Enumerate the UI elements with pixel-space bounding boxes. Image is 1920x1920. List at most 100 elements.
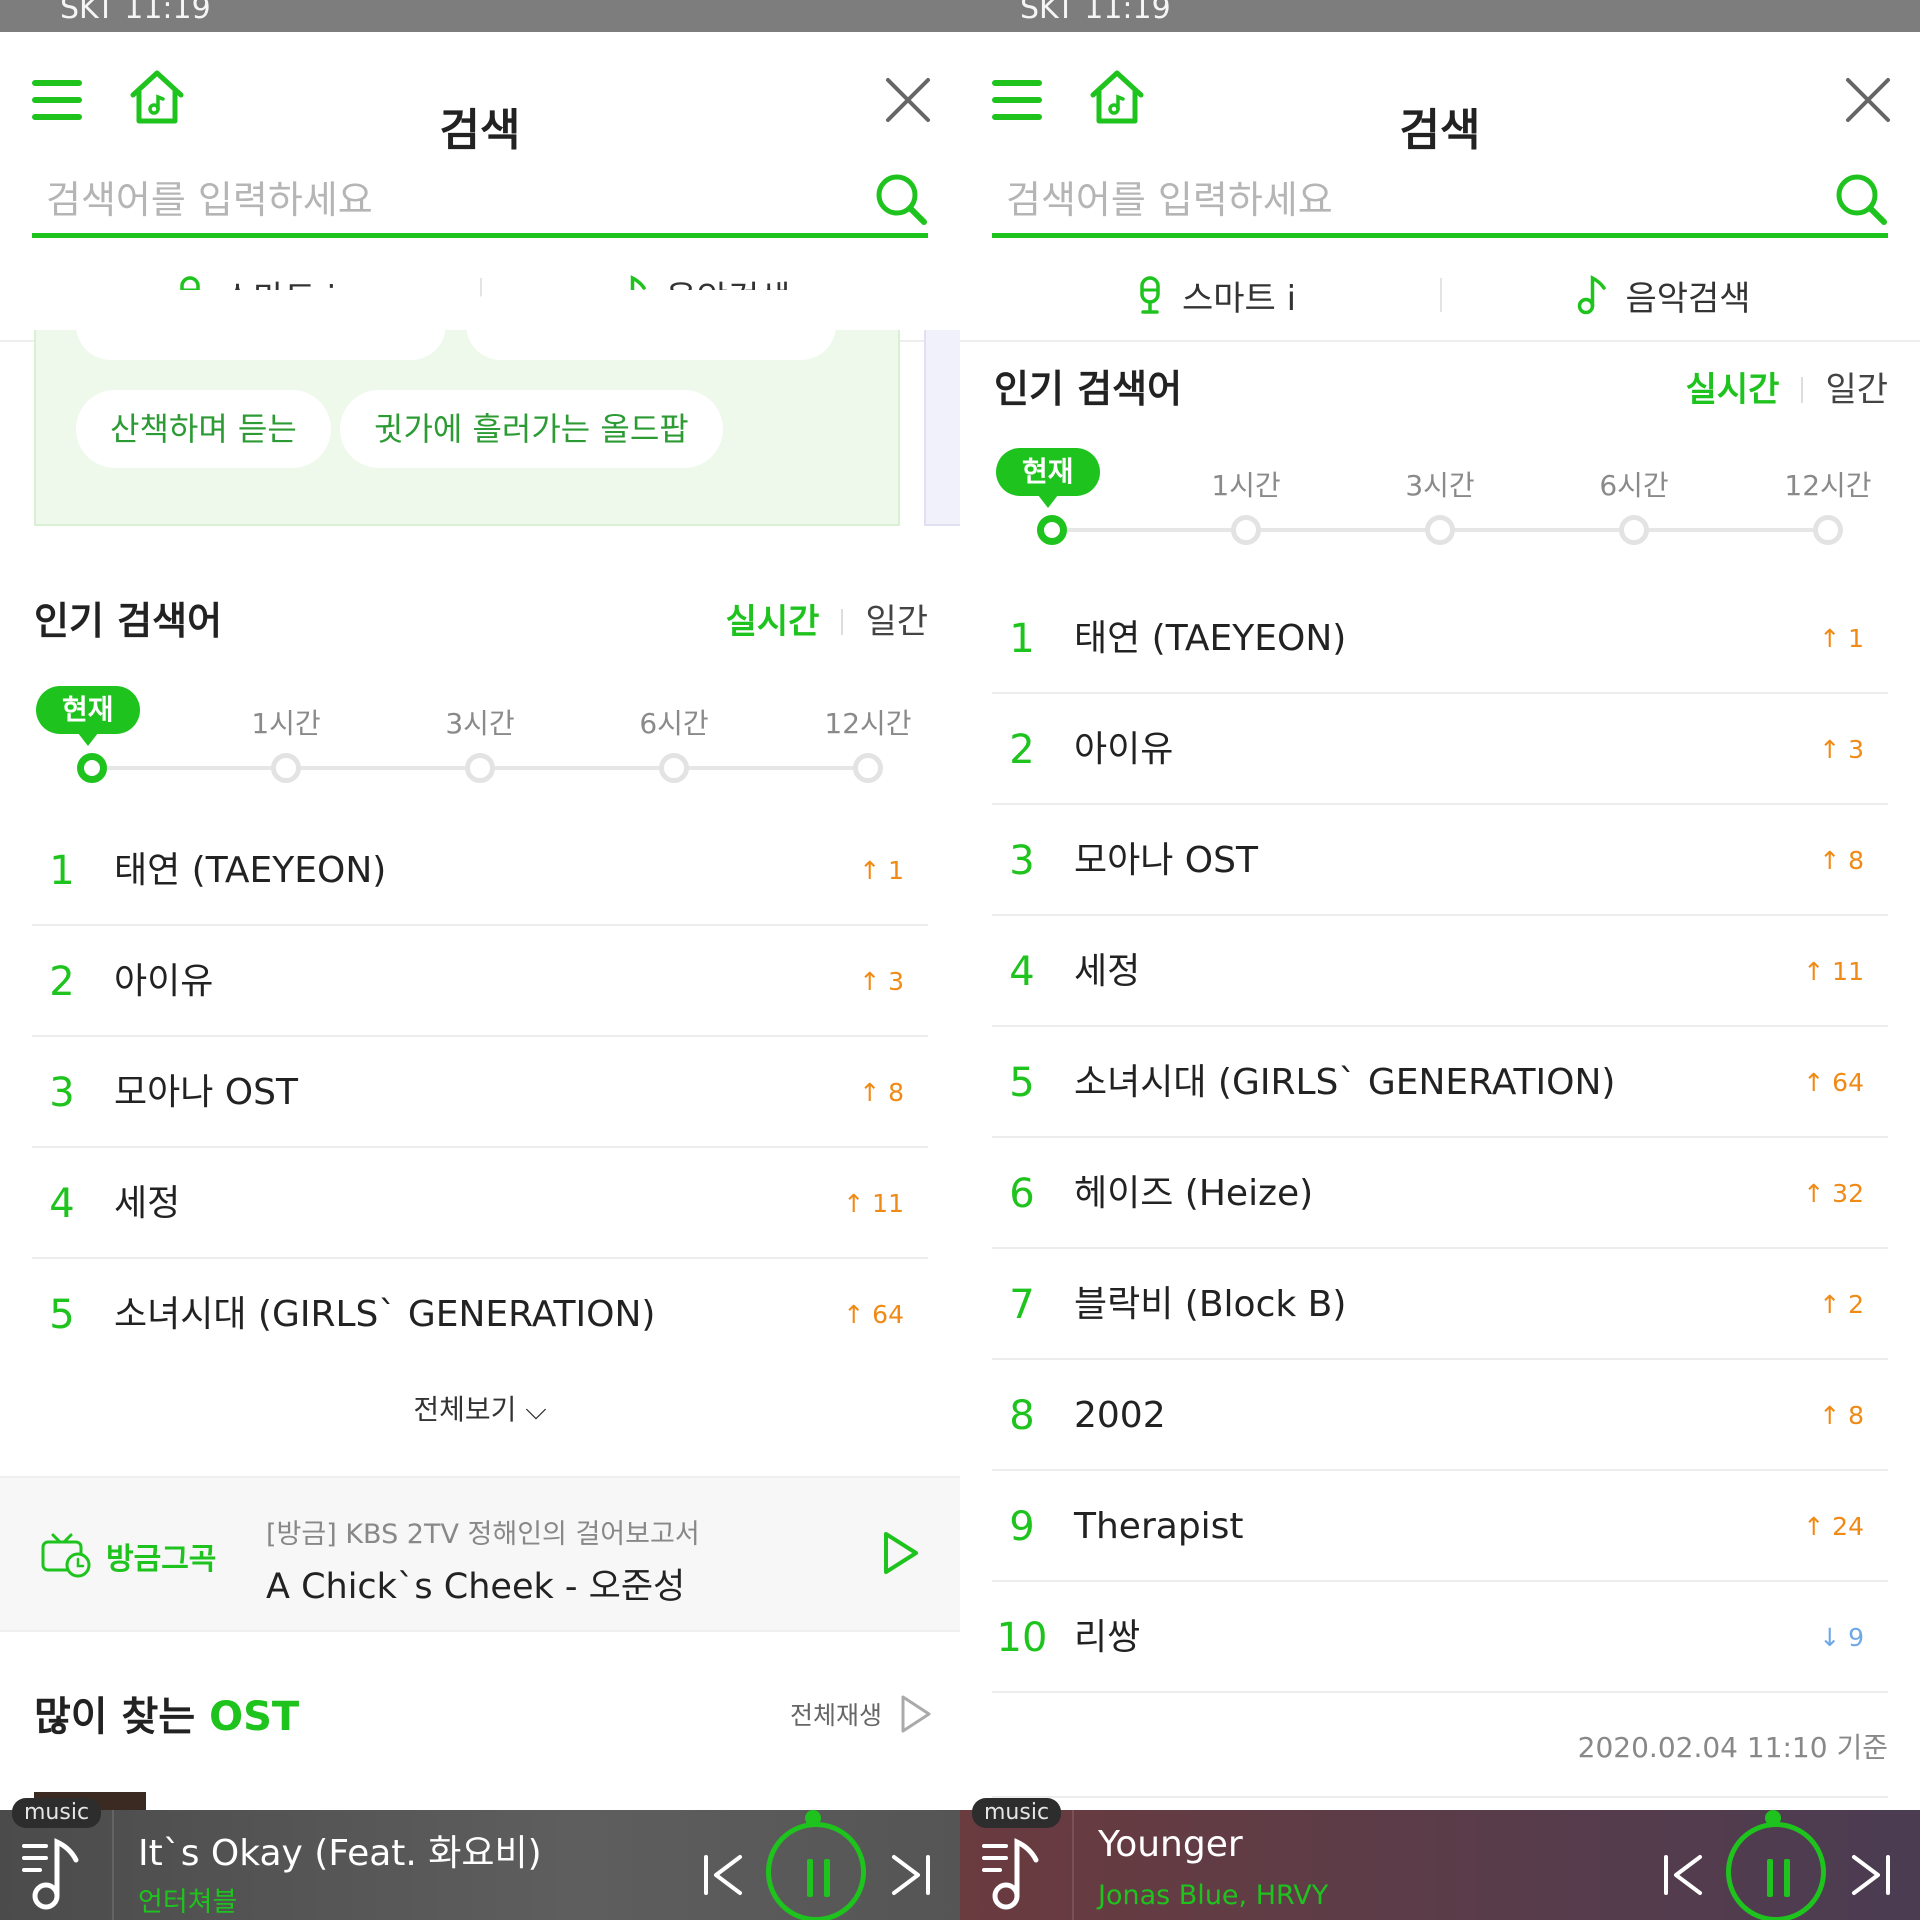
- playlist-icon[interactable]: [980, 1834, 1054, 1914]
- rank-row[interactable]: 2 아이유 ↑ 3: [992, 695, 1888, 805]
- status-text: SKT 11:19: [1020, 0, 1171, 26]
- rank-row[interactable]: 5 소녀시대 (GIRLS` GENERATION) ↑ 64: [32, 1260, 928, 1370]
- timeline-node[interactable]: [1813, 515, 1843, 545]
- tag-pill[interactable]: 귓가에 흘러가는 올드팝: [340, 390, 723, 468]
- play-all-icon[interactable]: [898, 1694, 932, 1734]
- play-all-button[interactable]: 전체재생: [790, 1696, 882, 1732]
- rank-number: 5: [49, 1292, 75, 1338]
- rank-keyword: 리쌍: [1074, 1617, 1141, 1658]
- timeline-label: 1시간: [1211, 469, 1281, 502]
- next-card-edge: [924, 330, 960, 526]
- rank-keyword: 2002: [1074, 1395, 1166, 1436]
- track-title: It`s Okay (Feat. 화요비): [138, 1833, 542, 1874]
- daily-tab[interactable]: 일간: [865, 602, 928, 642]
- split-screenshot: SKT 11:19 검색 검색어를 입력하세요 산책하며 듣는 귓가에 흘러가는…: [0, 0, 1920, 1920]
- now-playing-label: 방금그곡: [106, 1542, 217, 1577]
- music-search-label: 음악검색: [1625, 278, 1751, 319]
- rank-number: 2: [49, 959, 75, 1005]
- timeline-node[interactable]: [1425, 515, 1455, 545]
- rank-keyword: 블락비 (Block B): [1074, 1284, 1347, 1325]
- search-icon[interactable]: [1834, 172, 1888, 226]
- rank-keyword: 아이유: [114, 961, 214, 1002]
- rank-row[interactable]: 10 리쌍 ↓ 9: [992, 1583, 1888, 1693]
- period-toggle: 실시간 일간: [726, 594, 928, 643]
- rank-row[interactable]: 7 블락비 (Block B) ↑ 2: [992, 1250, 1888, 1360]
- rank-change: ↑ 1: [1819, 624, 1864, 653]
- next-track-icon[interactable]: [888, 1854, 934, 1896]
- rank-row[interactable]: 2 아이유 ↑ 3: [32, 927, 928, 1037]
- rank-change: ↑ 1: [859, 856, 904, 885]
- rank-row[interactable]: 1 태연 (TAEYEON) ↑ 1: [32, 816, 928, 926]
- timeline-node-now[interactable]: [1037, 515, 1067, 545]
- rank-change: ↑ 11: [1803, 957, 1864, 986]
- toggle-divider: [841, 609, 844, 635]
- playlist-icon[interactable]: [20, 1834, 94, 1914]
- time-slider: 현재 1시간 3시간 6시간 12시간: [992, 448, 1888, 568]
- rank-keyword: 헤이즈 (Heize): [1074, 1173, 1314, 1214]
- popular-title: 인기 검색어: [994, 367, 1183, 411]
- pause-button[interactable]: [766, 1822, 866, 1920]
- view-all-button[interactable]: 전체보기 ⌵: [0, 1388, 960, 1428]
- rank-keyword: Therapist: [1074, 1506, 1244, 1547]
- rank-row[interactable]: 4 세정 ↑ 11: [992, 917, 1888, 1027]
- timeline-label: 3시간: [1405, 469, 1475, 502]
- rank-number: 4: [1009, 949, 1035, 995]
- rank-row[interactable]: 3 모아나 OST ↑ 8: [32, 1038, 928, 1148]
- rank-change: ↓ 9: [1819, 1623, 1864, 1652]
- timeline-node[interactable]: [271, 753, 301, 783]
- realtime-tab[interactable]: 실시간: [1686, 370, 1780, 410]
- realtime-tab[interactable]: 실시간: [726, 602, 820, 642]
- music-search-button[interactable]: 음악검색: [1440, 264, 1888, 326]
- smart-i-button[interactable]: 스마트 i: [992, 264, 1440, 326]
- timeline-node[interactable]: [659, 753, 689, 783]
- progress-indicator[interactable]: [1765, 1810, 1781, 1826]
- rank-row[interactable]: 8 2002 ↑ 8: [992, 1361, 1888, 1471]
- player-divider: [112, 1810, 114, 1920]
- play-icon[interactable]: [880, 1530, 920, 1576]
- previous-track-icon[interactable]: [700, 1854, 746, 1896]
- now-playing-banner[interactable]: 방금그곡 [방금] KBS 2TV 정해인의 걸어보고서 A Chick`s C…: [0, 1476, 960, 1632]
- progress-indicator[interactable]: [805, 1810, 821, 1826]
- tag-pill-partial[interactable]: [76, 290, 446, 360]
- timeline-node[interactable]: [853, 753, 883, 783]
- search-input[interactable]: [1006, 172, 1806, 228]
- rank-change: ↑ 2: [1819, 1290, 1864, 1319]
- status-bar: SKT 11:19: [0, 0, 960, 32]
- rank-change: ↑ 3: [1819, 735, 1864, 764]
- timeline-label: 12시간: [1784, 469, 1872, 502]
- close-icon[interactable]: [884, 76, 932, 124]
- rank-change: ↑ 64: [843, 1300, 904, 1329]
- tag-pill[interactable]: 산책하며 듣는: [76, 390, 331, 468]
- daily-tab[interactable]: 일간: [1825, 370, 1888, 410]
- search-mode-row: 스마트 i 음악검색: [992, 264, 1888, 326]
- search-input[interactable]: [46, 172, 846, 228]
- now-playing-song: A Chick`s Cheek - 오준성: [266, 1567, 686, 1607]
- timeline-node[interactable]: [1619, 515, 1649, 545]
- rank-change: ↑ 64: [1803, 1068, 1864, 1097]
- rank-row[interactable]: 5 소녀시대 (GIRLS` GENERATION) ↑ 64: [992, 1028, 1888, 1138]
- previous-track-icon[interactable]: [1660, 1854, 1706, 1896]
- rank-number: 3: [1009, 838, 1035, 884]
- tv-clock-icon: [41, 1533, 91, 1578]
- rank-number: 5: [1009, 1060, 1035, 1106]
- search-bar: [32, 172, 928, 238]
- pause-button[interactable]: [1726, 1822, 1826, 1920]
- rank-row[interactable]: 3 모아나 OST ↑ 8: [992, 806, 1888, 916]
- timeline-node[interactable]: [465, 753, 495, 783]
- tag-pill-partial[interactable]: [466, 290, 836, 360]
- search-icon[interactable]: [874, 172, 928, 226]
- next-track-icon[interactable]: [1848, 1854, 1894, 1896]
- rank-keyword: 아이유: [1074, 729, 1174, 770]
- rank-row[interactable]: 6 헤이즈 (Heize) ↑ 32: [992, 1139, 1888, 1249]
- rank-change: ↑ 24: [1803, 1512, 1864, 1541]
- timeline-node[interactable]: [1231, 515, 1261, 545]
- rank-keyword: 소녀시대 (GIRLS` GENERATION): [114, 1294, 656, 1335]
- timeline-label: 6시간: [639, 707, 709, 740]
- rank-change: ↑ 3: [859, 967, 904, 996]
- rank-row[interactable]: 1 태연 (TAEYEON) ↑ 1: [992, 584, 1888, 694]
- ost-section-title: 많이 찾는 OST: [34, 1684, 299, 1742]
- rank-row[interactable]: 4 세정 ↑ 11: [32, 1149, 928, 1259]
- close-icon[interactable]: [1844, 76, 1892, 124]
- timeline-node-now[interactable]: [77, 753, 107, 783]
- rank-row[interactable]: 9 Therapist ↑ 24: [992, 1472, 1888, 1582]
